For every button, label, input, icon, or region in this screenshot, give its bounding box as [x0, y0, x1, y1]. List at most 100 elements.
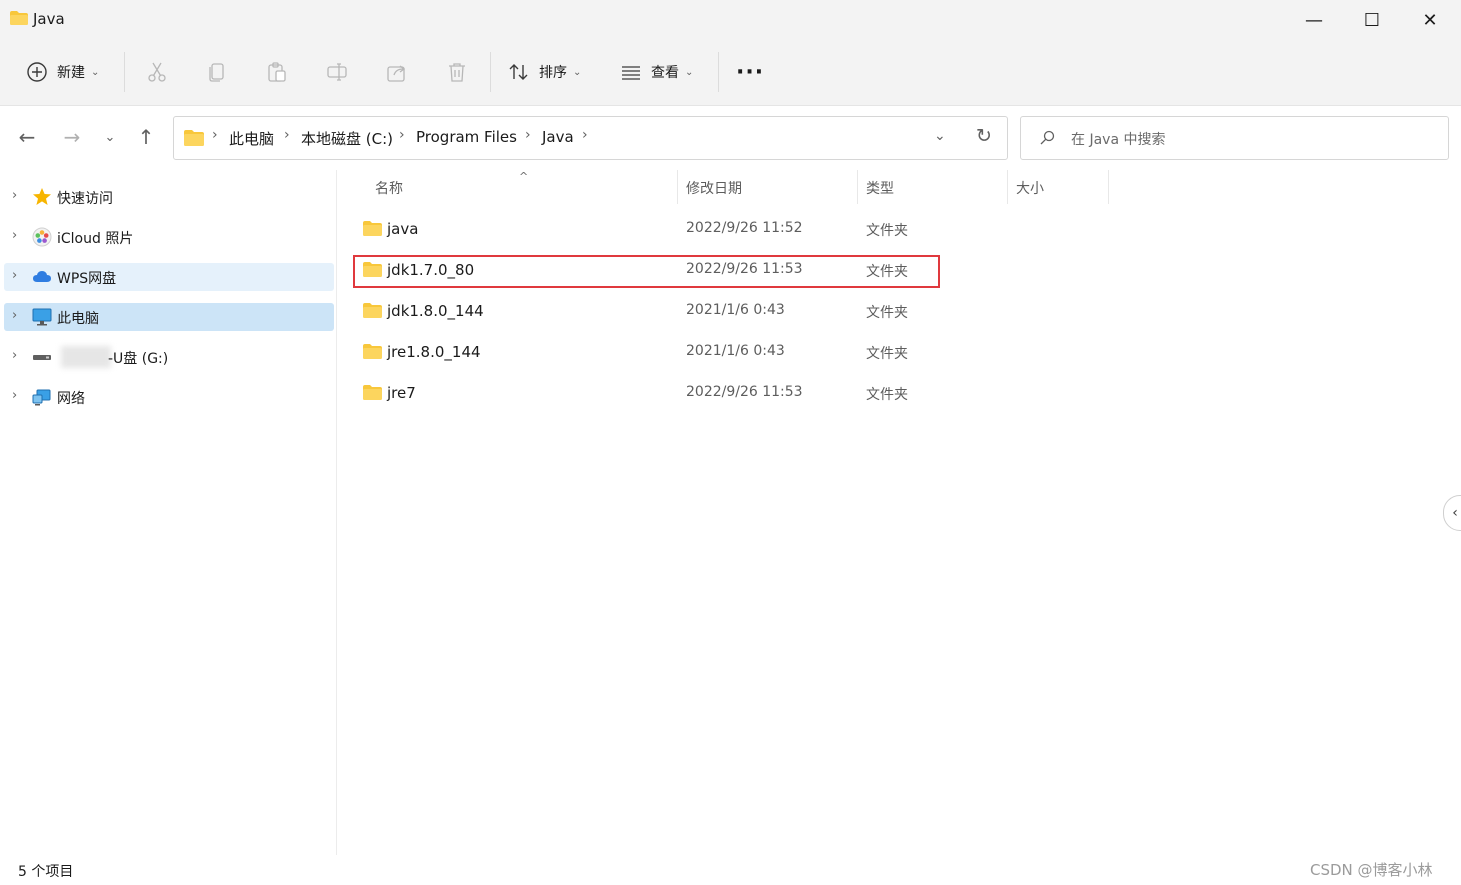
highlight-box [353, 255, 940, 288]
more-button[interactable]: ··· [736, 52, 764, 92]
star-icon [33, 188, 51, 205]
paste-button[interactable] [266, 52, 288, 92]
column-header-type[interactable]: 类型 [866, 178, 894, 198]
address-bar[interactable]: › 此电脑 › 本地磁盘 (C:) › Program Files › Java… [173, 116, 1008, 160]
breadcrumb-this-pc[interactable]: 此电脑 [229, 128, 274, 149]
column-divider[interactable] [677, 170, 678, 204]
file-type: 文件夹 [866, 387, 908, 403]
chevron-right-icon[interactable]: › [12, 228, 17, 243]
chevron-right-icon: › [525, 127, 531, 143]
chevron-right-icon: › [284, 127, 290, 143]
copy-button[interactable] [206, 52, 228, 92]
view-label: 查看 [651, 65, 679, 81]
minimize-button[interactable]: — [1285, 0, 1343, 40]
file-explorer-window: Java — ☐ ✕ 新建 ⌄ 排序 ⌄ 查看 ⌄ ··· ← → ⌄ ↑ › … [0, 0, 1461, 885]
cloud-icon [33, 271, 51, 282]
delete-button[interactable] [446, 52, 468, 92]
search-icon [1040, 130, 1055, 145]
column-header-name[interactable]: 名称 [375, 178, 403, 198]
chevron-right-icon[interactable]: › [12, 388, 17, 403]
column-header-size[interactable]: 大小 [1016, 178, 1044, 198]
file-name: jdk1.8.0_144 [387, 302, 484, 320]
toolbar-divider [718, 52, 719, 92]
file-modified: 2021/1/6 0:43 [686, 343, 785, 359]
file-row[interactable]: jdk1.8.0_144 2021/1/6 0:43 文件夹 [353, 293, 943, 329]
file-row[interactable]: java 2022/9/26 11:52 文件夹 [353, 211, 943, 247]
breadcrumb-program-files[interactable]: Program Files [416, 128, 517, 146]
maximize-icon: ☐ [1363, 9, 1381, 31]
address-history-button[interactable]: ⌄ [934, 128, 946, 144]
search-input[interactable]: 在 Java 中搜索 [1071, 129, 1165, 149]
address-row: ← → ⌄ ↑ › 此电脑 › 本地磁盘 (C:) › Program File… [0, 106, 1461, 168]
chevron-right-icon[interactable]: › [12, 348, 17, 363]
folder-icon [363, 303, 382, 318]
recent-locations-button[interactable]: ⌄ [95, 122, 125, 152]
cut-icon [148, 62, 166, 82]
breadcrumb-local-disk[interactable]: 本地磁盘 (C:) [301, 128, 393, 149]
chevron-down-icon: ⌄ [573, 66, 582, 78]
sidebar-item-label: iCloud 照片 [57, 231, 134, 247]
sort-button[interactable]: 排序 ⌄ [508, 52, 581, 92]
item-count: 5 个项目 [18, 864, 74, 880]
chevron-right-icon: › [399, 127, 405, 143]
delete-icon [449, 63, 465, 82]
arrow-left-icon: ← [18, 125, 36, 149]
redacted-label [61, 346, 111, 368]
cut-button[interactable] [146, 52, 168, 92]
computer-icon [32, 308, 52, 326]
share-button[interactable] [386, 52, 408, 92]
search-box[interactable]: 在 Java 中搜索 [1020, 116, 1449, 160]
file-modified: 2022/9/26 11:53 [686, 384, 803, 400]
chevron-down-icon: ⌄ [685, 66, 694, 78]
chevron-left-icon: ‹ [1452, 505, 1458, 521]
view-button[interactable]: 查看 ⌄ [620, 52, 693, 92]
sidebar-item-this-pc[interactable]: › 此电脑 [4, 303, 334, 331]
sidebar-item-label: 此电脑 [57, 311, 99, 327]
view-icon [622, 66, 640, 80]
maximize-button[interactable]: ☐ [1343, 0, 1401, 40]
folder-icon [363, 221, 382, 236]
close-button[interactable]: ✕ [1401, 0, 1459, 40]
chevron-right-icon[interactable]: › [12, 308, 17, 323]
navigation-pane: › 快速访问 › iCloud 照片 › WPS网盘 › 此电脑 › -U盘 (… [0, 170, 336, 860]
sidebar-item-label: 快速访问 [57, 191, 113, 207]
rename-button[interactable] [326, 52, 348, 92]
forward-button[interactable]: → [57, 122, 87, 152]
column-divider[interactable] [857, 170, 858, 204]
file-row[interactable]: jre7 2022/9/26 11:53 文件夹 [353, 375, 943, 411]
command-bar: 新建 ⌄ 排序 ⌄ 查看 ⌄ ··· [0, 40, 1461, 106]
arrow-right-icon: → [63, 125, 81, 149]
file-list: ^ 名称 修改日期 类型 大小 java 2022/9/26 11:52 文件夹… [337, 170, 1461, 860]
refresh-icon[interactable]: ↻ [976, 125, 992, 147]
breadcrumb-java[interactable]: Java [542, 128, 574, 146]
sidebar-item-quick-access[interactable]: › 快速访问 [4, 183, 334, 211]
file-row[interactable]: jre1.8.0_144 2021/1/6 0:43 文件夹 [353, 334, 943, 370]
new-button[interactable]: 新建 ⌄ [26, 52, 99, 92]
chevron-right-icon[interactable]: › [12, 188, 17, 203]
file-type: 文件夹 [866, 346, 908, 362]
folder-icon [184, 130, 204, 146]
sort-ascending-icon: ^ [519, 170, 529, 183]
back-button[interactable]: ← [12, 122, 42, 152]
column-header-modified[interactable]: 修改日期 [686, 178, 742, 198]
sidebar-item-label: -U盘 (G:) [108, 351, 169, 367]
watermark: CSDN @博客小林 [1310, 861, 1433, 879]
column-divider[interactable] [1108, 170, 1109, 204]
close-icon: ✕ [1422, 9, 1438, 31]
add-circle-icon [27, 62, 47, 82]
chevron-right-icon[interactable]: › [12, 268, 17, 283]
sort-icon [509, 64, 528, 80]
up-button[interactable]: ↑ [131, 122, 161, 152]
new-label: 新建 [57, 65, 85, 81]
sidebar-item-wps-drive[interactable]: › WPS网盘 [4, 263, 334, 291]
chevron-right-icon: › [212, 127, 218, 143]
sidebar-item-usb-drive[interactable]: › -U盘 (G:) [4, 343, 334, 371]
file-modified: 2022/9/26 11:52 [686, 220, 803, 236]
column-divider[interactable] [1007, 170, 1008, 204]
file-type: 文件夹 [866, 305, 908, 321]
status-bar: 5 个项目 CSDN @博客小林 [0, 855, 1461, 885]
file-modified: 2021/1/6 0:43 [686, 302, 785, 318]
folder-icon [363, 344, 382, 359]
sidebar-item-network[interactable]: › 网络 [4, 383, 334, 411]
sidebar-item-icloud-photos[interactable]: › iCloud 照片 [4, 223, 334, 251]
